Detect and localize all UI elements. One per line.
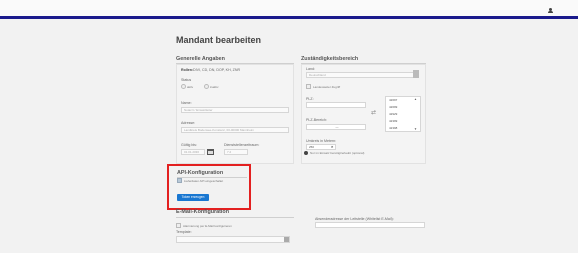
plz-range-label: PLZ-Bereich: xyxy=(306,118,327,122)
scroll-down-icon[interactable]: ▼ xyxy=(414,127,417,131)
email-heading: E-Mail-Konfiguration xyxy=(176,209,230,215)
nationwide-checkbox[interactable] xyxy=(306,84,311,89)
responsibility-heading: Zuständigkeitsbereich xyxy=(301,56,359,62)
nationwide-label: Landesweiter Zugriff xyxy=(313,85,341,89)
api-enabled-checkbox[interactable] xyxy=(177,178,182,183)
valid-until-input[interactable]: 01.01.2030 xyxy=(181,149,205,155)
status-active-radio[interactable] xyxy=(181,84,186,89)
plz-range-input[interactable]: — xyxy=(306,124,366,130)
plz-list-item[interactable]: 42929 xyxy=(386,111,420,118)
page-title: Mandant bearbeiten xyxy=(176,35,262,45)
calendar-icon[interactable] xyxy=(207,149,214,155)
address-label: Adresse: xyxy=(181,121,196,125)
info-icon xyxy=(304,151,308,155)
roles-label: Rollen: xyxy=(181,68,194,72)
name-input[interactable]: Notarzt / Einsatzleiter xyxy=(181,107,289,113)
template-label: Template: xyxy=(176,230,192,234)
radius-label: Umkreis in Metern: xyxy=(306,139,337,143)
radius-hint: Nur im Einsatz benötigt/erlaubt (optiona… xyxy=(310,151,365,155)
transfer-arrows-icon[interactable]: ⇄ xyxy=(371,109,376,116)
valid-until-label: Gültig bis: xyxy=(181,143,197,147)
status-inactive-radio[interactable] xyxy=(204,84,209,89)
api-rule xyxy=(177,177,247,178)
dist-select[interactable]: 7 d xyxy=(224,149,248,155)
template-select[interactable] xyxy=(176,236,290,243)
email-alarm-checkbox[interactable] xyxy=(176,223,181,228)
user-icon[interactable] xyxy=(547,8,553,14)
country-dropdown-button[interactable] xyxy=(413,70,419,78)
header-accent-line xyxy=(0,16,578,19)
scroll-up-icon[interactable]: ▲ xyxy=(414,97,417,101)
email-alarm-label: Alarmierung per E-Mail konfigurieren xyxy=(183,224,232,228)
country-select[interactable]: Deutschland xyxy=(306,72,418,78)
plz-label: PLZ: xyxy=(306,97,314,101)
user-icon-body xyxy=(548,11,553,13)
general-heading: Generelle Angaben xyxy=(176,56,225,62)
address-input[interactable]: Landkreis Bodensee-Konstanz, 00-00000 Ma… xyxy=(181,127,289,133)
name-label: Name: xyxy=(181,101,192,105)
status-active-label: aktiv xyxy=(187,85,194,89)
sender-label: Absenderadresse der Leitstelle (Whitelis… xyxy=(315,217,394,221)
sender-input[interactable] xyxy=(315,222,425,228)
api-heading: API-Konfiguration xyxy=(177,170,224,176)
template-select-handle xyxy=(284,237,289,242)
calendar-icon-face xyxy=(208,151,213,154)
email-rule xyxy=(176,217,294,218)
plz-input[interactable] xyxy=(306,102,366,108)
api-enabled-label: Lieferdaten API eingeschaltet xyxy=(184,179,224,183)
dist-label: Dienststellenzeitraum: xyxy=(224,143,260,147)
roles-value: DIVI, CD, DN, DOP, KH, ZNR xyxy=(193,68,241,72)
top-bar xyxy=(0,0,578,17)
plz-list-item[interactable]: 42399 xyxy=(386,118,420,125)
generate-token-button[interactable]: Token erzeugen xyxy=(177,194,209,201)
country-label: Land: xyxy=(306,67,315,71)
plz-list-item[interactable]: 42699 xyxy=(386,104,420,111)
status-inactive-label: inaktiv xyxy=(210,85,219,89)
status-label: Status xyxy=(181,78,192,82)
clear-icon[interactable]: × xyxy=(331,144,333,149)
